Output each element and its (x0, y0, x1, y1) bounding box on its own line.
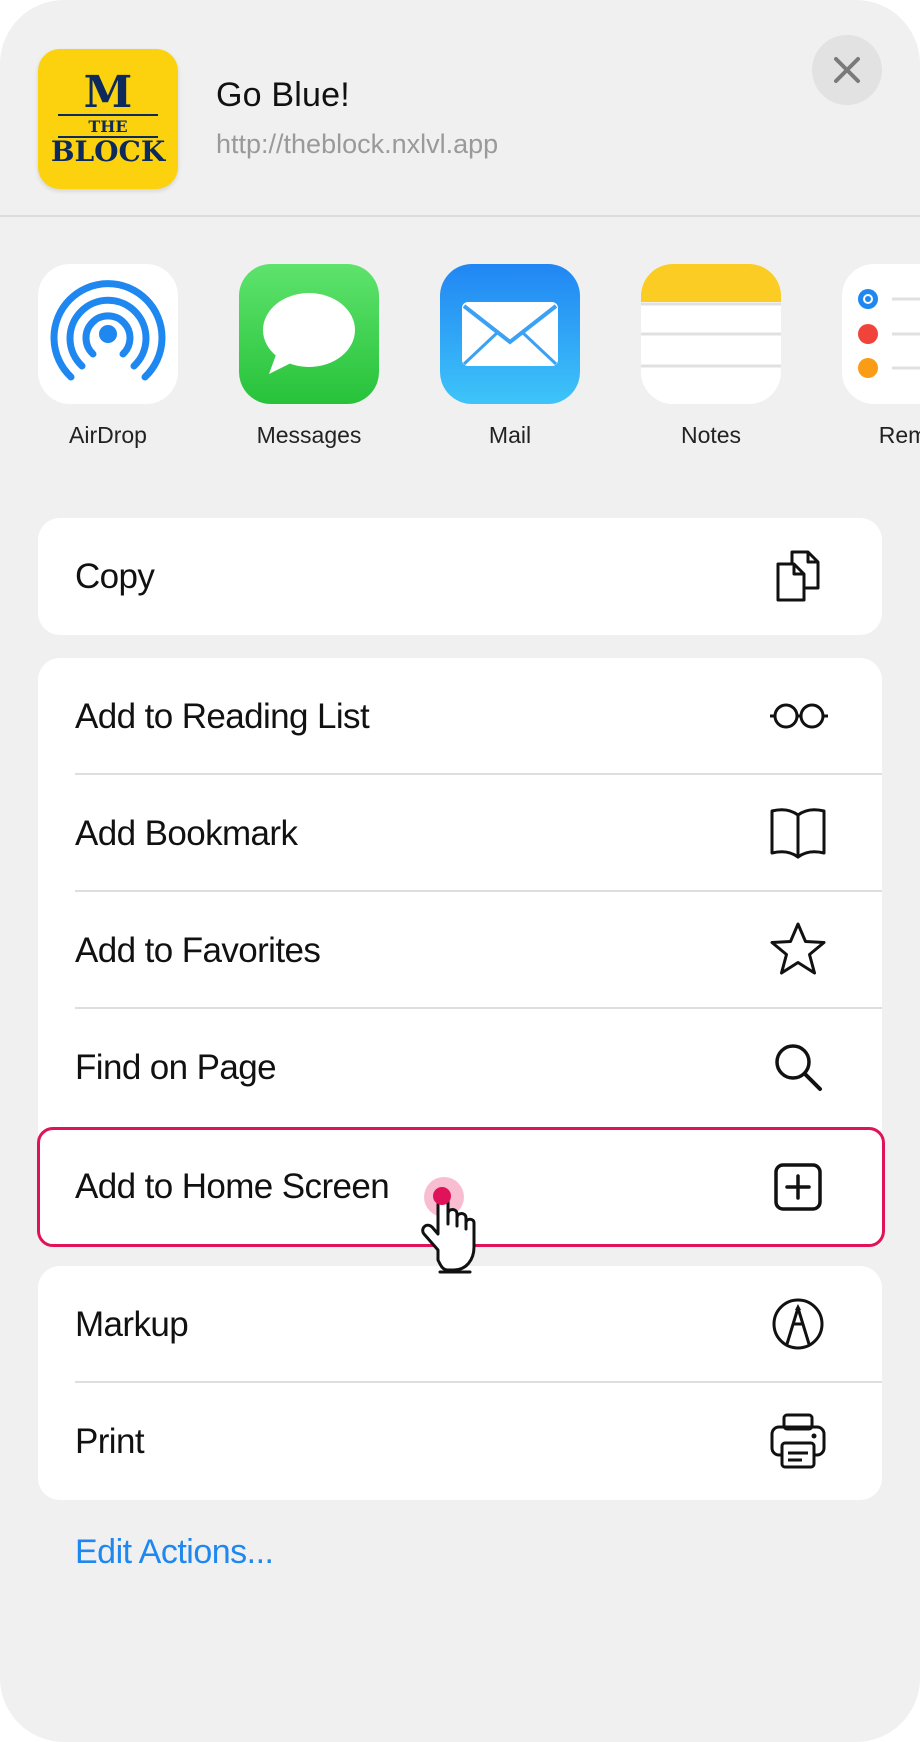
markup-icon (772, 1298, 824, 1350)
search-icon (775, 1044, 822, 1091)
reminders-icon (842, 264, 920, 404)
action-label: Print (75, 1422, 145, 1461)
svg-text:BLOCK: BLOCK (51, 135, 167, 168)
page-title: Go Blue! (216, 76, 350, 114)
action-add-to-favorites[interactable]: Add to Favorites (38, 892, 882, 1009)
page-url: http://theblock.nxlvl.app (216, 129, 499, 159)
action-label: Add to Favorites (75, 931, 321, 970)
action-print[interactable]: Print (38, 1383, 882, 1500)
close-icon (834, 57, 860, 83)
share-sheet: M THE BLOCK Go Blue! http://theblock.nxl… (0, 0, 920, 1742)
messages-icon (239, 264, 379, 404)
hand-cursor-icon (421, 1177, 476, 1274)
action-label: Add Bookmark (75, 814, 298, 853)
share-app-label: Mail (488, 422, 532, 448)
share-app-messages[interactable]: Messages (239, 264, 379, 448)
share-app-mail[interactable]: Mail (440, 264, 580, 448)
action-label: Markup (75, 1305, 189, 1344)
mail-icon (440, 264, 580, 404)
glasses-icon (770, 703, 828, 729)
svg-text:THE: THE (88, 117, 127, 136)
action-label: Find on Page (75, 1048, 277, 1087)
share-app-airdrop[interactable]: AirDrop (38, 264, 178, 448)
action-add-bookmark[interactable]: Add Bookmark (38, 775, 882, 892)
action-label: Add to Reading List (75, 697, 370, 736)
share-app-label: Remin (878, 422, 920, 448)
printer-icon (770, 1413, 826, 1469)
share-app-label: Notes (680, 422, 742, 448)
edit-actions-link[interactable]: Edit Actions... (75, 1533, 274, 1572)
plus-square-icon (774, 1163, 822, 1211)
notes-icon (641, 264, 781, 404)
action-find-on-page[interactable]: Find on Page (38, 1009, 882, 1126)
header-divider (0, 215, 920, 217)
app-logo: M THE BLOCK (38, 49, 178, 189)
action-group-tools: Markup Print (38, 1266, 882, 1500)
action-markup[interactable]: Markup (38, 1266, 882, 1383)
share-app-notes[interactable]: Notes (641, 264, 781, 448)
share-app-label: Messages (256, 422, 362, 448)
star-icon (770, 922, 826, 975)
action-add-to-reading-list[interactable]: Add to Reading List (38, 658, 882, 775)
action-label: Copy (75, 557, 155, 596)
action-copy[interactable]: Copy (38, 518, 882, 635)
airdrop-icon (38, 264, 178, 404)
action-label: Add to Home Screen (75, 1167, 390, 1206)
book-icon (770, 808, 826, 859)
share-app-reminders[interactable]: Remin (842, 264, 920, 448)
action-group-copy: Copy (38, 518, 882, 635)
svg-text:M: M (84, 67, 133, 118)
copy-icon (776, 550, 820, 602)
close-button[interactable] (812, 35, 882, 105)
share-app-label: AirDrop (69, 422, 147, 448)
